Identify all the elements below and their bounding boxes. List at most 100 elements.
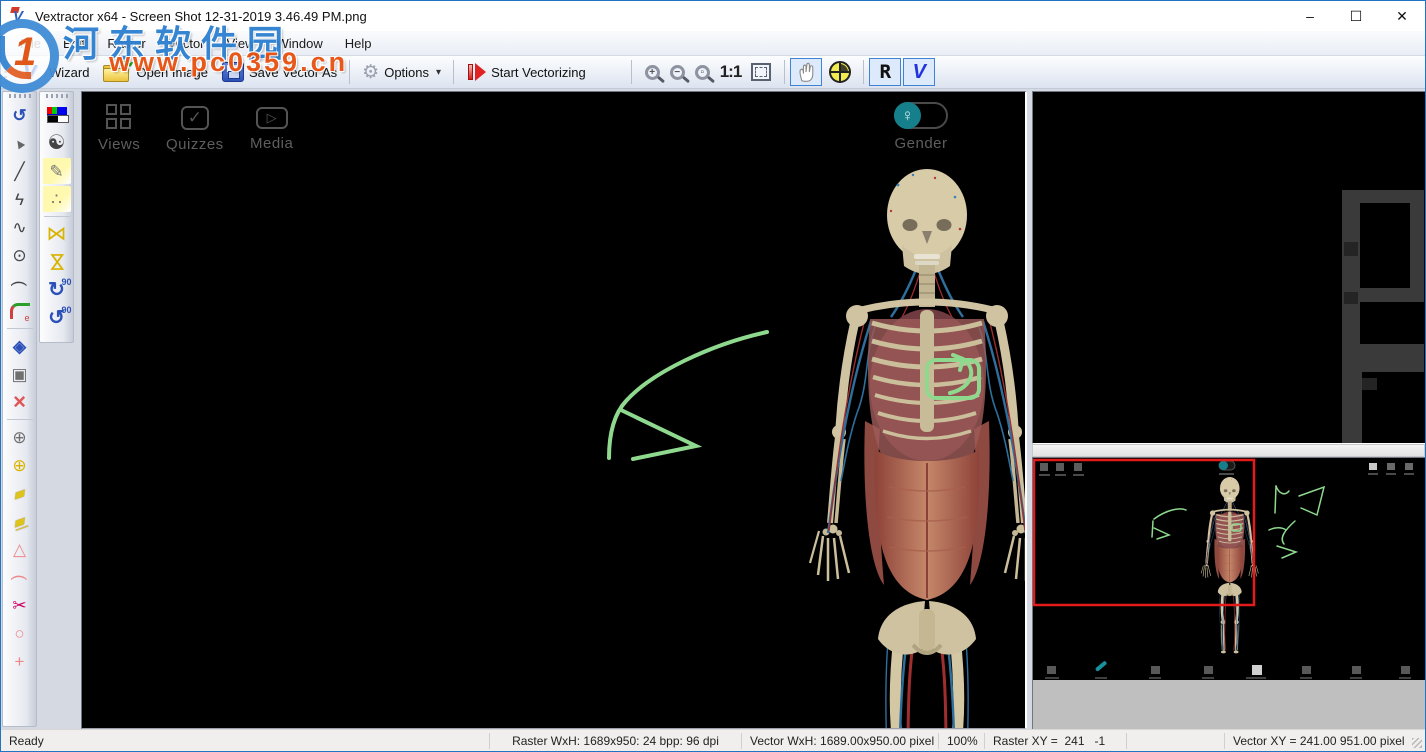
wizard-button[interactable]: ★★V Wizard: [11, 57, 96, 87]
save-icon: [222, 62, 244, 82]
minimize-button[interactable]: –: [1287, 1, 1333, 31]
curve-tool[interactable]: ∿: [6, 214, 34, 240]
center-target-button[interactable]: [824, 58, 856, 86]
workspace: ↺ ▲ ╱ ϟ ∿ ⊙ ( ◈ ▣ × ⊕ ⊕ ▰ ▰ △ ( ✂ ○ + ☯: [1, 89, 1425, 729]
remove-dots-tool[interactable]: ∴: [43, 186, 71, 212]
toolbar-separator: [631, 60, 632, 84]
show-raster-toggle[interactable]: R: [869, 58, 901, 86]
target-icon: [828, 60, 852, 84]
zoom-in-button[interactable]: +: [645, 65, 660, 80]
trace-tool[interactable]: [6, 298, 34, 324]
open-image-label: Open Image: [136, 65, 208, 80]
open-image-button[interactable]: ↷ Open Image: [96, 59, 215, 85]
delete-tool[interactable]: ×: [6, 389, 34, 415]
rotate-cw-tool[interactable]: ↻90: [43, 277, 71, 303]
select-tool[interactable]: ▲: [6, 130, 34, 156]
zoom-1to1-button[interactable]: 1:1: [720, 62, 742, 82]
arc-tool[interactable]: (: [6, 270, 34, 296]
status-raster-size: Raster WxH: 1689x950: 24 bpp: 96 dpi: [490, 733, 742, 749]
save-vector-button[interactable]: Save Vector As: [215, 59, 344, 85]
save-vector-label: Save Vector As: [249, 65, 337, 80]
vector-zoom-shapes: [1033, 92, 1424, 443]
status-raster-xy: Raster XY = 241 -1: [985, 733, 1127, 749]
pan-tool[interactable]: ◈: [6, 333, 34, 359]
cut-tool[interactable]: ✂: [6, 592, 34, 618]
line-tool[interactable]: ╱: [6, 158, 34, 184]
palette-icon: [47, 107, 67, 123]
wizard-icon: ★★V: [18, 60, 44, 84]
overview-panel[interactable]: [1032, 457, 1425, 729]
gear-icon: ⚙: [362, 63, 379, 82]
menu-vector[interactable]: Vector: [157, 33, 216, 54]
menu-bar: File Edit Raster Vector View Window Help: [1, 31, 1425, 56]
menu-file[interactable]: File: [9, 33, 52, 54]
status-ready: Ready: [1, 733, 490, 749]
polyline-tool[interactable]: ϟ: [6, 186, 34, 212]
copy-tool[interactable]: ▣: [6, 361, 34, 387]
menu-edit[interactable]: Edit: [52, 33, 96, 54]
start-vectorizing-label: Start Vectorizing: [491, 65, 586, 80]
flip-horizontal-tool[interactable]: ⋈: [43, 221, 71, 247]
menu-raster[interactable]: Raster: [96, 33, 156, 54]
raster-toolbar: ☯ ✎ ∴ ⋈ ⋈ ↻90 ↺90: [39, 91, 74, 343]
add-vertex-tool[interactable]: △: [6, 536, 34, 562]
resize-grip[interactable]: [1412, 738, 1422, 748]
options-dropdown-icon[interactable]: ▾: [436, 67, 441, 78]
main-toolbar: ★★V Wizard ↷ Open Image Save Vector As ⚙…: [1, 56, 1425, 89]
hand-icon: [795, 61, 817, 83]
undo-tool[interactable]: ↺: [6, 102, 34, 128]
vector-view-panel[interactable]: [1032, 91, 1425, 444]
start-vectorizing-button[interactable]: Start Vectorizing: [459, 59, 593, 85]
panel-horizontal-scrollbar[interactable]: [1032, 444, 1425, 457]
close-button[interactable]: ✕: [1379, 1, 1425, 31]
add-point-tool[interactable]: +: [6, 648, 34, 674]
toolbar-grip: [4, 61, 7, 83]
zoom-out-button[interactable]: −: [670, 65, 685, 80]
status-zoom-level: 100%: [939, 733, 985, 749]
title-bar[interactable]: V Vextractor x64 - Screen Shot 12-31-201…: [1, 1, 1425, 31]
app-window: V Vextractor x64 - Screen Shot 12-31-201…: [0, 0, 1426, 752]
palette-tool[interactable]: [43, 102, 71, 128]
maximize-button[interactable]: ☐: [1333, 1, 1379, 31]
status-bar: Ready Raster WxH: 1689x950: 24 bpp: 96 d…: [1, 729, 1425, 751]
invert-tool[interactable]: ☯: [43, 130, 71, 156]
toolbar-separator: [863, 60, 864, 84]
toolbar-separator: [453, 60, 454, 84]
menu-view[interactable]: View: [216, 33, 266, 54]
erase-raster-tool[interactable]: ▰: [6, 480, 34, 506]
add-arc-tool[interactable]: (: [6, 564, 34, 590]
add-circle-tool[interactable]: ○: [6, 620, 34, 646]
rotate-ccw-tool[interactable]: ↺90: [43, 305, 71, 331]
anatomy-figure-and-vectors: [82, 92, 1027, 729]
toolbar-separator: [349, 60, 350, 84]
move-node-snap-tool[interactable]: ⊕: [6, 452, 34, 478]
move-node-tool[interactable]: ⊕: [6, 424, 34, 450]
erase-line-tool[interactable]: ▰: [6, 508, 34, 534]
start-vectorizing-icon: [466, 62, 486, 82]
toolbar-separator: [784, 60, 785, 84]
show-vector-toggle[interactable]: V: [903, 58, 935, 86]
menu-window[interactable]: Window: [265, 33, 333, 54]
flip-vertical-tool[interactable]: ⋈: [43, 249, 71, 275]
drawing-toolbar: ↺ ▲ ╱ ϟ ∿ ⊙ ( ◈ ▣ × ⊕ ⊕ ▰ ▰ △ ( ✂ ○ +: [2, 91, 37, 727]
window-title: Vextractor x64 - Screen Shot 12-31-2019 …: [35, 9, 367, 24]
zoom-window-button[interactable]: ▫: [695, 65, 710, 80]
wizard-label: Wizard: [49, 65, 89, 80]
status-vector-xy: Vector XY = 241.00 951.00 pixel: [1225, 733, 1403, 749]
raster-r-icon: R: [880, 61, 891, 83]
despeckle-tool[interactable]: ✎: [43, 158, 71, 184]
pan-hand-button[interactable]: [790, 58, 822, 86]
circle-tool[interactable]: ⊙: [6, 242, 34, 268]
toolbar-grip: [46, 94, 68, 98]
raster-canvas[interactable]: Views ✓ Quizzes ▷ Media ♀ Gender: [81, 91, 1027, 729]
overview-thumbnail: [1033, 458, 1425, 729]
status-empty: [1127, 733, 1225, 749]
open-folder-icon: ↷: [103, 62, 131, 82]
fit-to-window-button[interactable]: [751, 63, 771, 81]
options-label: Options: [384, 65, 429, 80]
trace-icon: [10, 303, 30, 319]
toolbar-grip: [9, 94, 31, 98]
vector-v-icon: V: [913, 61, 926, 84]
menu-help[interactable]: Help: [334, 33, 383, 54]
options-button[interactable]: ⚙ Options ▾: [355, 60, 448, 85]
